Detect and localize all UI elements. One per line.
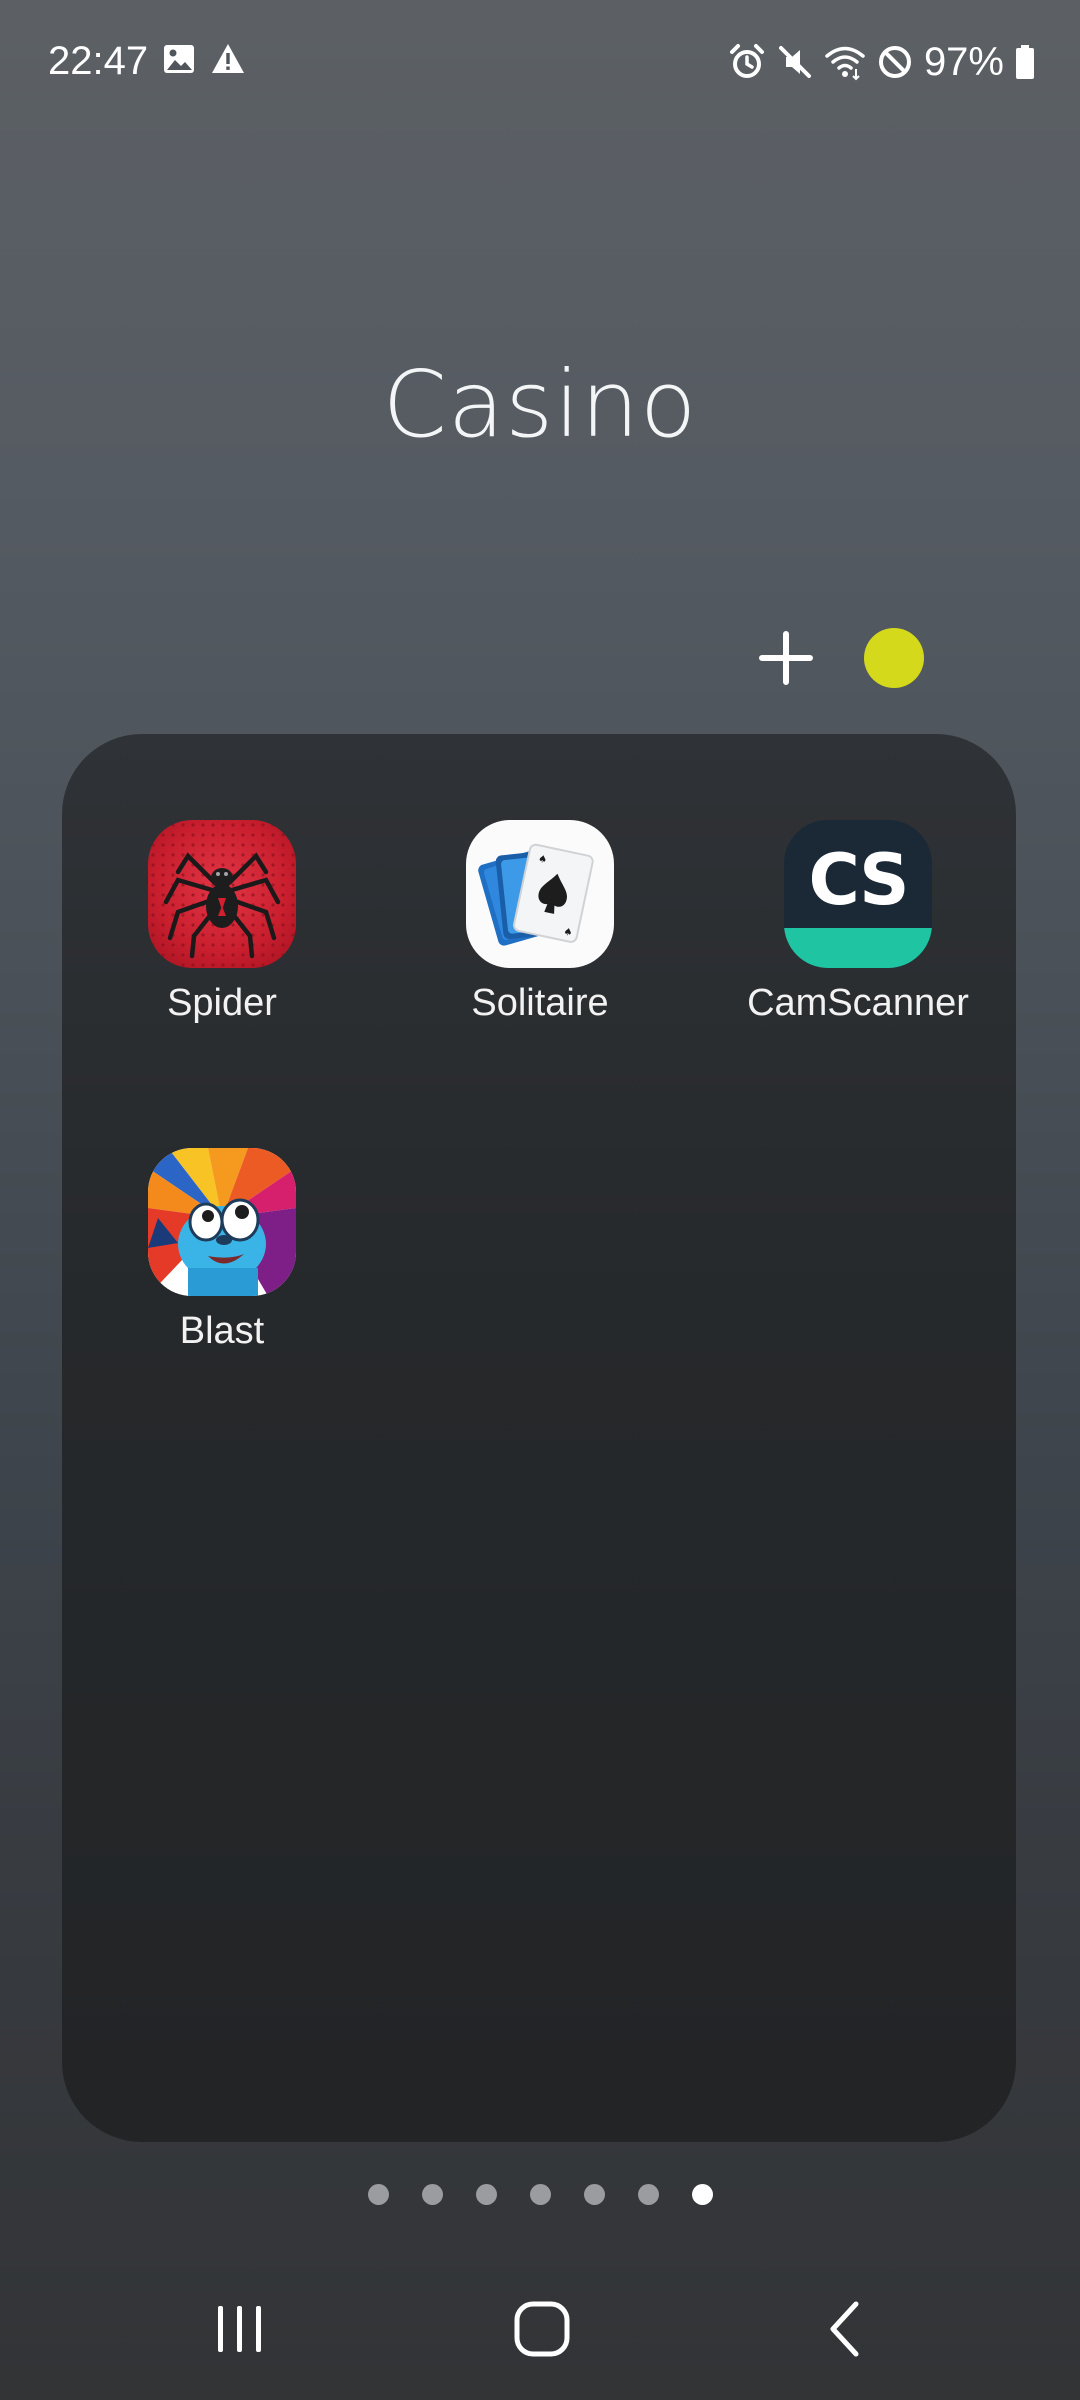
app-label: Blast: [179, 1310, 265, 1352]
page-dot[interactable]: [529, 2184, 551, 2205]
home-button[interactable]: [502, 2294, 582, 2364]
app-camscanner[interactable]: CS CamScanner: [698, 820, 1018, 1026]
back-button[interactable]: [806, 2294, 886, 2364]
mute-icon: [776, 43, 814, 81]
status-time: 22:47: [48, 39, 149, 83]
spider-solitaire-icon: [148, 820, 296, 968]
status-bar: 22:47 97%: [0, 0, 1080, 120]
battery-percentage: 97%: [923, 40, 1004, 84]
app-label: CamScanner: [747, 982, 969, 1024]
recent-apps-button[interactable]: [200, 2294, 280, 2364]
do-not-disturb-icon: [876, 43, 914, 81]
back-icon: [830, 2301, 859, 2357]
recent-apps-icon: [218, 2306, 261, 2352]
add-app-button[interactable]: [756, 628, 816, 688]
page-indicator: [0, 2184, 1080, 2205]
page-dot[interactable]: [475, 2184, 497, 2205]
alarm-icon: [728, 43, 766, 81]
warning-icon: [210, 42, 246, 76]
status-right-icons: 97%: [728, 38, 1036, 86]
camscanner-icon: CS: [784, 820, 932, 968]
page-dot[interactable]: [637, 2184, 659, 2205]
folder-title[interactable]: Casino: [0, 350, 1080, 460]
folder-color-button[interactable]: [864, 628, 924, 688]
image-icon: [162, 42, 196, 76]
page-dot[interactable]: [421, 2184, 443, 2205]
plus-icon: [759, 631, 813, 685]
status-left-icons: [162, 42, 246, 76]
blast-game-icon: [148, 1148, 296, 1296]
app-solitaire[interactable]: ♠ ♠ Solitaire: [380, 820, 700, 1026]
app-spider[interactable]: Spider: [62, 820, 382, 1026]
app-blast[interactable]: Blast: [62, 1148, 382, 1354]
battery-icon: [1014, 43, 1036, 81]
page-dot[interactable]: [583, 2184, 605, 2205]
navigation-bar: [0, 2268, 1080, 2400]
page-dot[interactable]: [367, 2184, 389, 2205]
folder-panel: Spider ♠ ♠ Solitaire CS CamScanner Blast: [62, 734, 1016, 2142]
camscanner-logo-text: CS: [808, 839, 909, 921]
page-dot[interactable]: [691, 2184, 713, 2205]
wifi-icon: [824, 43, 866, 81]
home-icon: [514, 2301, 570, 2357]
app-label: Spider: [167, 982, 277, 1024]
solitaire-cards-icon: ♠ ♠: [466, 820, 614, 968]
app-label: Solitaire: [471, 982, 609, 1024]
